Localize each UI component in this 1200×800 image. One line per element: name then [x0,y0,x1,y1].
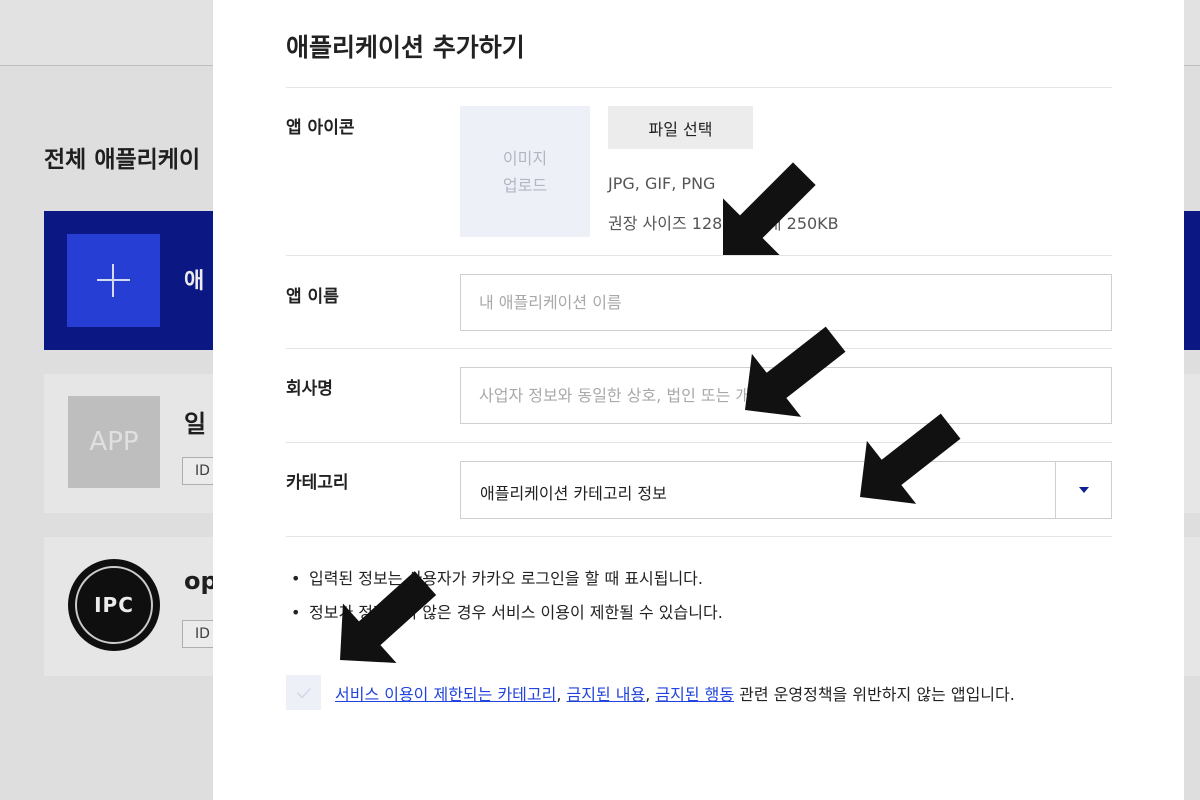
info-note: 정보가 정확하지 않은 경우 서비스 이용이 제한될 수 있습니다. [291,596,723,630]
upload-text-line1: 이미지 [502,149,548,168]
file-select-button[interactable]: 파일 선택 [608,106,753,149]
company-name-input[interactable] [460,367,1112,424]
agreement-separator: , [645,685,656,704]
icon-size-hint: 권장 사이즈 128px, 최대 250KB [608,214,839,233]
divider [286,87,1112,88]
divider [286,255,1112,256]
category-label: 카테고리 [286,473,349,493]
agreement-separator: , [556,685,567,704]
check-icon [296,687,311,699]
info-note: 입력된 정보는 사용자가 카카오 로그인을 할 때 표시됩니다. [291,562,723,596]
prohibited-content-link[interactable]: 금지된 내용 [567,685,646,704]
agreement-suffix: 관련 운영정책을 위반하지 않는 앱입니다. [734,685,1015,704]
prohibited-behavior-link[interactable]: 금지된 행동 [655,685,734,704]
select-separator [1055,462,1056,518]
category-select[interactable]: 애플리케이션 카테고리 정보 [460,461,1112,519]
add-application-modal: 애플리케이션 추가하기 앱 아이콘 이미지 업로드 파일 선택 JPG, GIF… [213,0,1184,800]
restricted-category-link[interactable]: 서비스 이용이 제한되는 카테고리 [335,685,556,704]
category-selected-value: 애플리케이션 카테고리 정보 [480,484,667,503]
divider [286,348,1112,349]
icon-format-hint: JPG, GIF, PNG [608,174,716,193]
app-name-label: 앱 이름 [286,287,339,307]
chevron-down-icon[interactable] [1079,487,1089,493]
agreement-text: 서비스 이용이 제한되는 카테고리, 금지된 내용, 금지된 행동 관련 운영정… [335,678,1105,712]
agreement-checkbox[interactable] [286,675,321,710]
image-upload-box[interactable]: 이미지 업로드 [460,106,590,237]
upload-text-line2: 업로드 [502,176,548,195]
divider [286,442,1112,443]
app-icon-label: 앱 아이콘 [286,118,355,138]
modal-title: 애플리케이션 추가하기 [286,33,525,62]
company-name-label: 회사명 [286,379,333,399]
info-notes: 입력된 정보는 사용자가 카카오 로그인을 할 때 표시됩니다. 정보가 정확하… [291,562,723,630]
divider [286,536,1112,537]
app-name-input[interactable] [460,274,1112,331]
